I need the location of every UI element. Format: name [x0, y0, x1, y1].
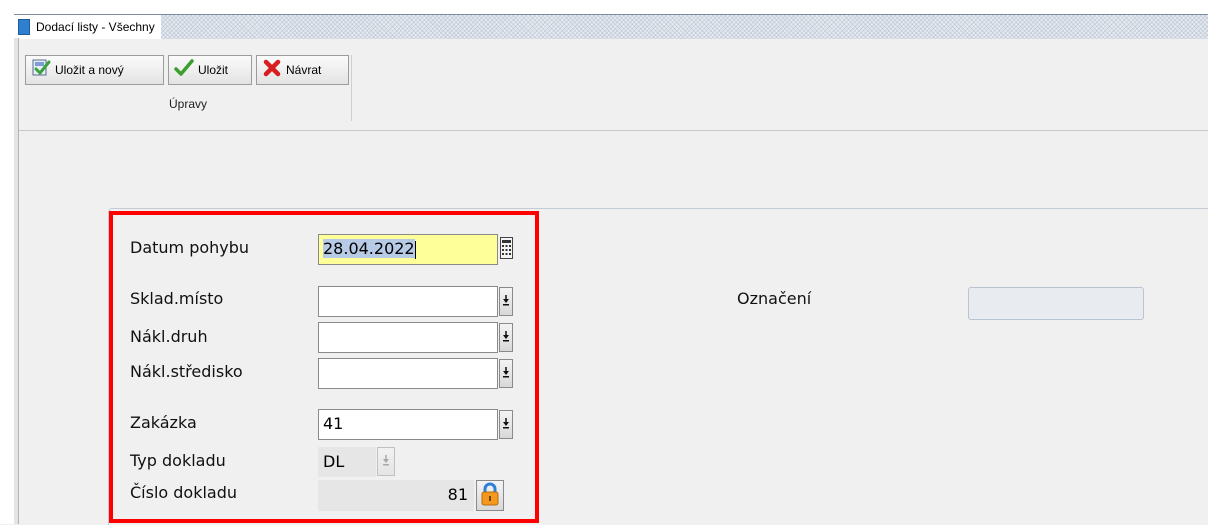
datum-pohybu-label: Datum pohybu — [130, 238, 250, 257]
window-icon — [18, 19, 30, 35]
red-x-icon — [262, 58, 282, 82]
toolbar-group-label: Úpravy — [168, 97, 207, 111]
nakl-druh-input[interactable] — [318, 322, 498, 353]
checkmark-icon — [174, 58, 194, 82]
dropdown-arrow-icon — [502, 330, 510, 345]
save-and-new-label: Uložit a nový — [55, 63, 124, 77]
calendar-icon — [499, 236, 513, 263]
save-and-new-button[interactable]: Uložit a nový — [25, 55, 164, 85]
form-panel — [108, 208, 1208, 525]
dropdown-arrow-icon — [382, 454, 390, 469]
window-title: Dodací listy - Všechny — [36, 20, 155, 34]
oznaceni-field — [968, 287, 1144, 320]
lock-icon — [480, 482, 500, 510]
save-new-icon — [31, 58, 51, 82]
datum-pohybu-value: 28.04.2022 — [323, 239, 415, 258]
calendar-button[interactable] — [499, 235, 513, 264]
zakazka-label: Zakázka — [130, 413, 197, 432]
nakl-druh-dropdown[interactable] — [499, 323, 513, 352]
save-button[interactable]: Uložit — [168, 55, 252, 85]
dropdown-arrow-icon — [502, 417, 510, 432]
back-button[interactable]: Návrat — [256, 55, 349, 85]
oznaceni-label: Označení — [737, 289, 812, 308]
back-label: Návrat — [286, 63, 322, 77]
dropdown-arrow-icon — [502, 294, 510, 309]
sklad-misto-label: Sklad.místo — [130, 289, 224, 308]
sklad-misto-dropdown[interactable] — [499, 287, 513, 316]
nakl-druh-label: Nákl.druh — [130, 327, 208, 346]
toolbar-group-upravy: Uložit a nový Uložit Návrat Úpravy — [25, 55, 352, 121]
zakazka-dropdown[interactable] — [499, 410, 513, 439]
typ-dokladu-dropdown — [377, 447, 395, 476]
datum-pohybu-input[interactable]: 28.04.2022 — [318, 234, 498, 265]
lock-button[interactable] — [476, 480, 504, 511]
text-caret — [414, 240, 416, 259]
nakl-stredisko-dropdown[interactable] — [499, 359, 513, 388]
cislo-dokladu-label: Číslo dokladu — [130, 483, 238, 502]
nakl-stredisko-input[interactable] — [318, 358, 498, 389]
title-bar: Dodací listy - Všechny — [14, 14, 1208, 40]
dropdown-arrow-icon — [502, 366, 510, 381]
toolbar: Uložit a nový Uložit Návrat Úpravy — [19, 39, 1208, 131]
nakl-stredisko-label: Nákl.středisko — [130, 362, 243, 381]
zakazka-input[interactable]: 41 — [318, 409, 498, 440]
app-window: Dodací listy - Všechny Uložit a nový Ulo… — [0, 0, 1208, 525]
cislo-dokladu-field: 81 — [318, 480, 474, 511]
window-tab[interactable]: Dodací listy - Všechny — [14, 15, 161, 39]
typ-dokladu-field: DL — [318, 447, 376, 477]
typ-dokladu-label: Typ dokladu — [130, 451, 226, 470]
sklad-misto-input[interactable] — [318, 286, 498, 317]
save-label: Uložit — [198, 63, 229, 77]
